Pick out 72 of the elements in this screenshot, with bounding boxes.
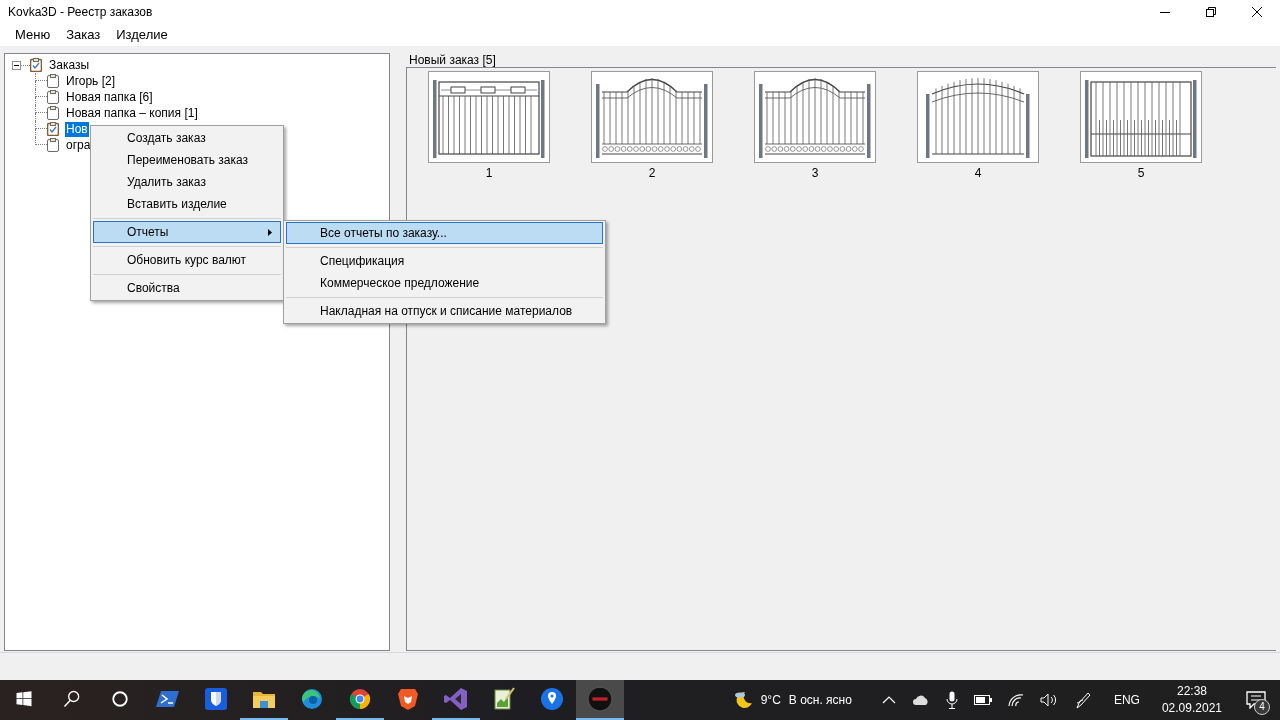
notepad-icon — [492, 687, 516, 711]
thumbnail-caption: 2 — [648, 166, 656, 180]
menu-item[interactable]: Спецификация — [286, 250, 603, 272]
notifications-button[interactable]: 4 — [1232, 680, 1280, 720]
windows-icon — [15, 690, 33, 708]
head-icon — [396, 687, 420, 711]
cloud-icon — [911, 694, 930, 706]
menu-item[interactable]: Накладная на отпуск и списание материалов — [286, 300, 603, 322]
restore-icon — [1206, 6, 1216, 17]
pen-icon — [1073, 691, 1092, 709]
close-icon — [1252, 6, 1262, 17]
menu-item[interactable]: Обновить курс валют — [93, 249, 281, 271]
search-icon — [62, 689, 82, 709]
collapse-icon[interactable] — [12, 60, 21, 70]
thumbnail-caption: 4 — [974, 166, 982, 180]
battery-icon — [973, 695, 992, 705]
menu-bar-item[interactable]: Меню — [7, 25, 59, 44]
notification-icon — [1246, 691, 1266, 709]
clipboard-icon — [47, 138, 59, 152]
gate-thumbnail[interactable] — [917, 71, 1039, 163]
thumbnail-caption: 1 — [485, 166, 493, 180]
weather-button[interactable]: 9°C В осн. ясно — [724, 680, 860, 720]
clipboard-icon — [47, 74, 59, 88]
menu-item[interactable]: Удалить заказ — [93, 171, 281, 193]
speaker-icon — [1039, 693, 1058, 707]
ribbon-icon — [444, 687, 468, 711]
gate-thumbnail[interactable] — [591, 71, 713, 163]
tree-item[interactable]: Заказы — [48, 57, 91, 73]
menu-bar-item[interactable]: Заказ — [58, 25, 109, 44]
date-text: 02.09.2021 — [1161, 700, 1222, 717]
record-icon — [587, 686, 613, 712]
menu-item[interactable]: Все отчеты по заказу... — [286, 222, 603, 244]
submenu-arrow-icon — [268, 228, 272, 236]
gate-thumbnail[interactable] — [754, 71, 876, 163]
tree-item[interactable]: Игорь [2] — [65, 73, 116, 89]
weather-text: В осн. ясно — [788, 693, 852, 707]
clipboard-icon — [47, 106, 59, 120]
gate-thumbnail[interactable] — [1080, 71, 1202, 163]
menu-item[interactable]: Отчеты — [93, 221, 281, 243]
checked-clipboard-icon — [47, 122, 59, 136]
clipboard-icon — [47, 90, 59, 104]
menu-item[interactable]: Свойства — [93, 277, 281, 299]
thumbnail-caption: 5 — [1137, 166, 1145, 180]
clock-button[interactable]: 22:38 02.09.2021 — [1151, 680, 1232, 720]
panel-title: Новый заказ [5] — [408, 53, 497, 67]
ring-icon — [348, 687, 372, 711]
microphone-icon — [945, 691, 958, 709]
notification-count: 4 — [1254, 699, 1270, 715]
moon-cloud-icon — [732, 690, 753, 710]
tree-item[interactable]: Новая папка [6] — [65, 89, 154, 105]
menu-bar-item[interactable]: Изделие — [108, 25, 176, 44]
swirl-icon — [300, 687, 324, 711]
checked-clipboard-icon — [30, 58, 42, 72]
time-text: 22:38 — [1176, 683, 1207, 700]
tree-item[interactable]: Новая папка – копия [1] — [65, 105, 199, 121]
tree-item[interactable]: Нов — [65, 121, 89, 137]
taskbar-button[interactable] — [576, 680, 624, 720]
menu-item[interactable]: Вставить изделие — [93, 193, 281, 215]
gate-thumbnail[interactable] — [428, 71, 550, 163]
temperature-text: 9°C — [760, 693, 781, 707]
tree-item[interactable]: огра — [65, 137, 92, 153]
chevron-up-icon — [881, 696, 896, 704]
menu-item[interactable]: Коммерческое предложение — [286, 272, 603, 294]
shield-icon — [204, 687, 228, 711]
thumbnail-caption: 3 — [811, 166, 819, 180]
language-button[interactable]: ENG — [1105, 680, 1148, 720]
location-pin-icon — [540, 687, 564, 711]
menu-item[interactable]: Переименовать заказ — [93, 149, 281, 171]
wifi-icon — [1007, 693, 1024, 707]
window-title: Kovka3D - Реестр заказов — [7, 4, 153, 19]
menu-item[interactable]: Создать заказ — [93, 127, 281, 149]
circle-icon — [111, 690, 129, 708]
